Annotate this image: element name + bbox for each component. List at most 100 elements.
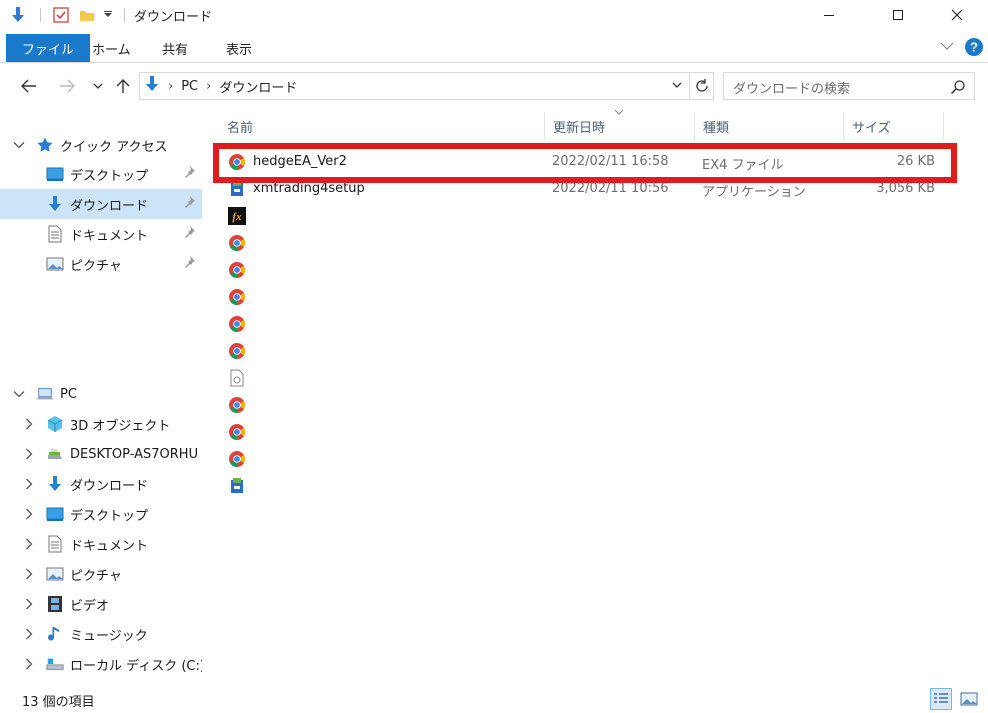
chevron-down-icon[interactable]: [12, 387, 26, 401]
file-row[interactable]: [226, 284, 941, 311]
address-history-dropdown[interactable]: [671, 79, 683, 95]
breadcrumb-pc[interactable]: PC: [181, 79, 198, 94]
nav-label: ミュージック: [70, 628, 148, 644]
pin-icon: [182, 195, 196, 213]
maximize-button[interactable]: [875, 0, 921, 30]
nav-item-3d-objects[interactable]: 3D オブジェクト: [0, 409, 202, 439]
music-icon: [46, 625, 64, 643]
nav-item-pc-pictures[interactable]: ピクチャ: [0, 559, 202, 589]
back-button[interactable]: [18, 74, 40, 98]
breadcrumb-separator[interactable]: ›: [206, 79, 211, 94]
file-row[interactable]: [226, 419, 941, 446]
chevron-right-icon[interactable]: [22, 597, 36, 611]
file-row[interactable]: [226, 230, 941, 257]
file-row[interactable]: [226, 365, 941, 392]
up-button[interactable]: [112, 74, 134, 98]
expand-ribbon-chevron-icon[interactable]: [940, 40, 954, 55]
installer-icon: [231, 478, 243, 493]
nav-item-pc-desktop[interactable]: デスクトップ: [0, 499, 202, 529]
nav-item-pc-documents[interactable]: ドキュメント: [0, 529, 202, 559]
tab-share[interactable]: 共有: [146, 34, 204, 62]
nav-label: ダウンロード: [70, 198, 149, 214]
nav-item-pc-downloads[interactable]: ダウンロード: [0, 469, 202, 499]
nav-this-pc[interactable]: PC: [0, 379, 202, 409]
chrome-icon: [229, 343, 245, 359]
column-header-date[interactable]: 更新日時: [553, 112, 605, 140]
download-icon: [46, 475, 64, 493]
chrome-icon: [229, 316, 245, 332]
star-icon: [36, 136, 54, 154]
chevron-right-icon[interactable]: [22, 537, 36, 551]
forward-button[interactable]: [56, 74, 78, 98]
nav-label: ピクチャ: [70, 258, 122, 274]
file-row[interactable]: [226, 392, 941, 419]
tab-view[interactable]: 表示: [210, 34, 268, 62]
file-row[interactable]: [226, 311, 941, 338]
chevron-right-icon[interactable]: [22, 507, 36, 521]
chevron-right-icon[interactable]: [22, 627, 36, 641]
file-row[interactable]: [226, 257, 941, 284]
desktop-icon: [46, 505, 64, 523]
chevron-right-icon[interactable]: [22, 447, 36, 461]
help-icon[interactable]: ?: [964, 37, 984, 61]
details-view-button[interactable]: [930, 688, 952, 710]
close-button[interactable]: [934, 0, 980, 30]
navigation-pane: クイック アクセス デスクトップ ダウンロード ドキュメント ピクチャ PC 3…: [0, 130, 202, 685]
nav-item-downloads[interactable]: ダウンロード: [0, 189, 202, 219]
file-row[interactable]: [226, 473, 941, 500]
document-icon: [46, 535, 64, 553]
picture-icon: [46, 565, 64, 583]
address-bar[interactable]: › PC › ダウンロード: [139, 72, 690, 100]
nav-label: ドキュメント: [70, 228, 149, 244]
nav-item-network-pc[interactable]: DESKTOP-AS7ORHU: [0, 439, 202, 469]
chrome-icon: [229, 397, 245, 413]
nav-item-pc-videos[interactable]: ビデオ: [0, 589, 202, 619]
nav-label: デスクトップ: [70, 168, 149, 184]
new-folder-icon[interactable]: [78, 0, 96, 30]
nav-label: ビデオ: [70, 598, 110, 614]
column-header-size[interactable]: サイズ: [852, 112, 891, 140]
window-title: ダウンロード: [134, 10, 213, 25]
file-name: xmtrading4setup: [253, 181, 365, 196]
file-size: 3,056 KB: [876, 181, 935, 196]
search-box[interactable]: ダウンロードの検索: [723, 72, 975, 100]
video-icon: [46, 595, 64, 613]
minimize-button[interactable]: [806, 0, 852, 30]
large-icons-view-button[interactable]: [958, 688, 980, 710]
fx-icon: fx: [228, 207, 246, 225]
pin-icon: [182, 225, 196, 243]
search-icon[interactable]: [950, 79, 966, 99]
nav-label: ピクチャ: [70, 568, 122, 584]
breadcrumb-downloads[interactable]: ダウンロード: [219, 77, 297, 96]
chevron-right-icon[interactable]: [22, 657, 36, 671]
nav-item-pc-music[interactable]: ミュージック: [0, 619, 202, 649]
chevron-right-icon[interactable]: [22, 567, 36, 581]
chrome-icon: [229, 289, 245, 305]
nav-label: ドキュメント: [70, 538, 149, 554]
recent-locations-dropdown[interactable]: [87, 74, 109, 98]
network-pc-icon: [46, 445, 64, 463]
chevron-right-icon[interactable]: [22, 417, 36, 431]
quick-access-toolbar-dropdown[interactable]: [103, 0, 113, 30]
tab-home[interactable]: ホーム: [76, 34, 147, 62]
nav-item-documents[interactable]: ドキュメント: [0, 219, 202, 249]
nav-label: クイック アクセス: [60, 139, 168, 155]
breadcrumb-separator[interactable]: ›: [168, 79, 173, 94]
pin-icon: [182, 165, 196, 183]
search-input[interactable]: ダウンロードの検索: [733, 78, 850, 97]
nav-item-local-disk[interactable]: ローカル ディスク (C:): [0, 649, 202, 679]
nav-item-pictures[interactable]: ピクチャ: [0, 249, 202, 279]
chevron-right-icon[interactable]: [22, 477, 36, 491]
nav-label: ローカル ディスク (C:): [70, 658, 202, 674]
chevron-down-icon[interactable]: [12, 138, 26, 152]
nav-quick-access[interactable]: クイック アクセス: [0, 130, 202, 160]
refresh-button[interactable]: [690, 72, 714, 100]
properties-icon[interactable]: [52, 0, 70, 30]
column-header-name[interactable]: 名前: [227, 112, 253, 140]
nav-item-desktop[interactable]: デスクトップ: [0, 159, 202, 189]
column-header-type[interactable]: 種類: [703, 112, 729, 140]
ribbon-divider: [0, 62, 988, 63]
file-row[interactable]: [226, 446, 941, 473]
file-row[interactable]: [226, 338, 941, 365]
file-row[interactable]: fx: [226, 203, 941, 230]
